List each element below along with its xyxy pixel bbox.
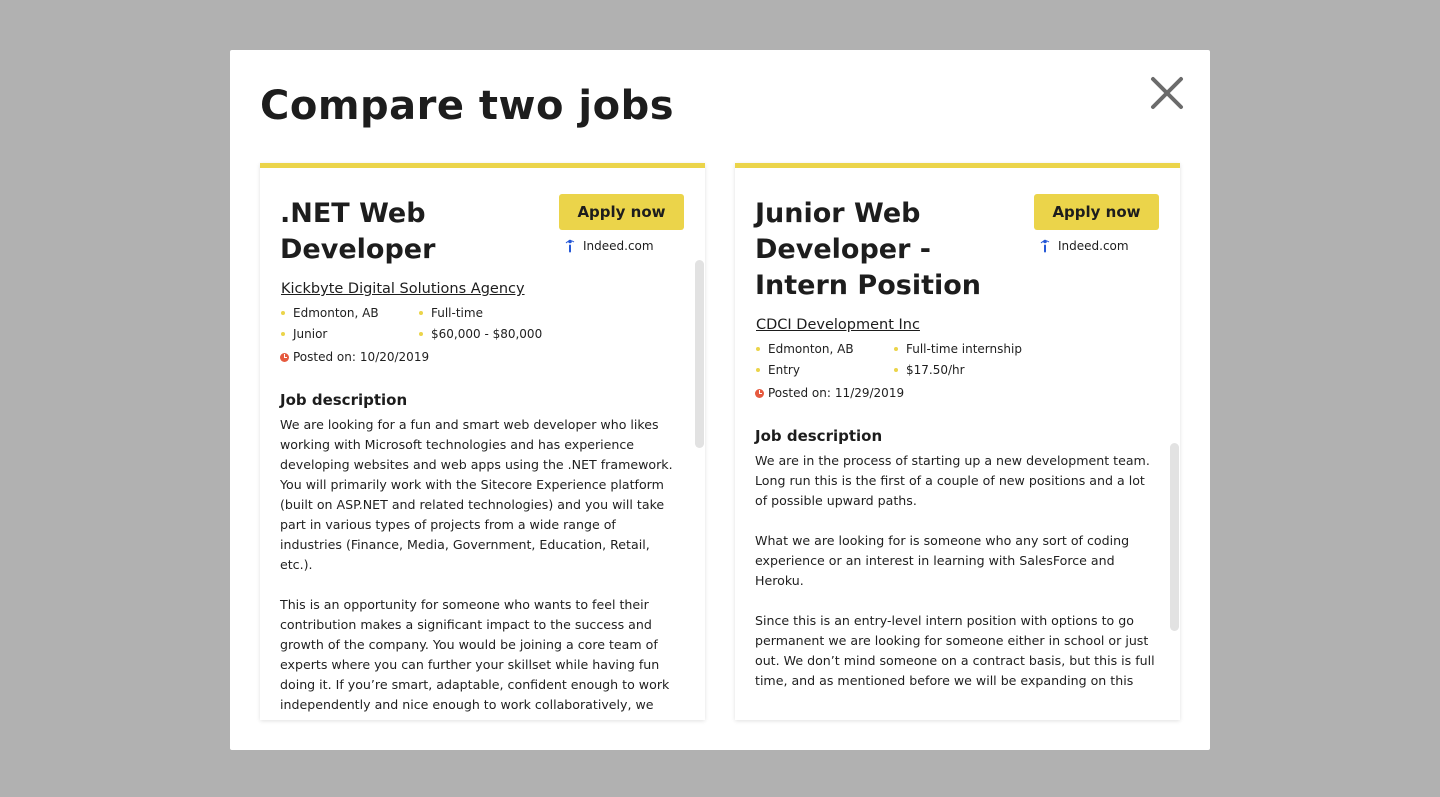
bullet-icon — [419, 311, 423, 315]
location-text: Edmonton, AB — [293, 306, 379, 320]
modal-title: Compare two jobs — [260, 83, 675, 129]
posted-date: Posted on: 11/29/2019 — [755, 386, 1155, 400]
description-paragraph: Since this is an entry-level intern posi… — [755, 613, 1155, 688]
clock-icon — [280, 352, 289, 362]
employment-type: Full-time internship — [893, 342, 1053, 356]
location-text: Edmonton, AB — [768, 342, 854, 356]
bullet-icon — [894, 347, 898, 351]
employment-type-text: Full-time — [431, 306, 483, 320]
source-text: Indeed.com — [1058, 239, 1129, 253]
employment-type-text: Full-time internship — [906, 342, 1022, 356]
company-link[interactable]: CDCI Development Inc — [756, 317, 920, 333]
level: Entry — [755, 363, 893, 377]
job-title-line: .NET Web — [280, 198, 426, 229]
job-meta: Edmonton, AB Full-time internship Entry … — [755, 342, 1155, 377]
job-title-line: Junior Web — [755, 198, 921, 229]
scrollbar[interactable] — [1170, 443, 1179, 631]
salary: $17.50/hr — [893, 363, 1053, 377]
job-meta: Edmonton, AB Full-time Junior $60,000 - … — [280, 306, 680, 341]
apply-now-button[interactable]: Apply now — [1034, 194, 1159, 230]
posted-date-value: 10/20/2019 — [359, 350, 430, 364]
bullet-icon — [281, 332, 285, 336]
clock-icon — [755, 388, 764, 398]
job-title-line: Developer - — [755, 234, 932, 265]
bullet-icon — [419, 332, 423, 336]
location: Edmonton, AB — [755, 342, 893, 356]
job-card-2: Junior Web Developer - Intern Position C… — [735, 163, 1180, 720]
salary-text: $60,000 - $80,000 — [431, 327, 543, 341]
job-source: Indeed.com — [565, 239, 654, 253]
bullet-icon — [894, 368, 898, 372]
scrollbar[interactable] — [695, 260, 704, 448]
close-button[interactable] — [1148, 74, 1186, 112]
close-icon — [1151, 77, 1183, 109]
job-title-line: Intern Position — [755, 270, 982, 301]
apply-now-button[interactable]: Apply now — [559, 194, 684, 230]
posted-label: Posted on: — [768, 386, 831, 400]
posted-label: Posted on: — [293, 350, 356, 364]
job-card-1: .NET Web Developer Kickbyte Digital Solu… — [260, 163, 705, 720]
compare-jobs-modal: Compare two jobs .NET Web Developer Kick… — [230, 50, 1210, 750]
level: Junior — [280, 327, 418, 341]
job-source: Indeed.com — [1040, 239, 1129, 253]
job-title: .NET Web Developer — [280, 196, 535, 268]
description-heading: Job description — [755, 427, 883, 445]
description-heading: Job description — [280, 391, 408, 409]
job-title-line: Developer — [280, 234, 436, 265]
level-text: Entry — [768, 363, 800, 377]
posted-date-value: 11/29/2019 — [834, 386, 905, 400]
company-link[interactable]: Kickbyte Digital Solutions Agency — [281, 281, 525, 297]
bullet-icon — [756, 368, 760, 372]
salary-text: $17.50/hr — [906, 363, 965, 377]
description-paragraph: This is an opportunity for someone who w… — [280, 597, 670, 712]
description-paragraph: We are looking for a fun and smart web d… — [280, 417, 673, 572]
bullet-icon — [281, 311, 285, 315]
bullet-icon — [756, 347, 760, 351]
indeed-icon — [565, 239, 575, 253]
employment-type: Full-time — [418, 306, 578, 320]
description-paragraph: We are in the process of starting up a n… — [755, 453, 1150, 508]
job-card-1-content: .NET Web Developer Kickbyte Digital Solu… — [280, 196, 680, 720]
level-text: Junior — [293, 327, 328, 341]
indeed-icon — [1040, 239, 1050, 253]
posted-date: Posted on: 10/20/2019 — [280, 350, 680, 364]
source-text: Indeed.com — [583, 239, 654, 253]
description-paragraph: What we are looking for is someone who a… — [755, 533, 1130, 588]
location: Edmonton, AB — [280, 306, 418, 320]
salary: $60,000 - $80,000 — [418, 327, 578, 341]
job-title: Junior Web Developer - Intern Position — [755, 196, 1010, 304]
job-card-2-content: Junior Web Developer - Intern Position C… — [755, 196, 1155, 711]
